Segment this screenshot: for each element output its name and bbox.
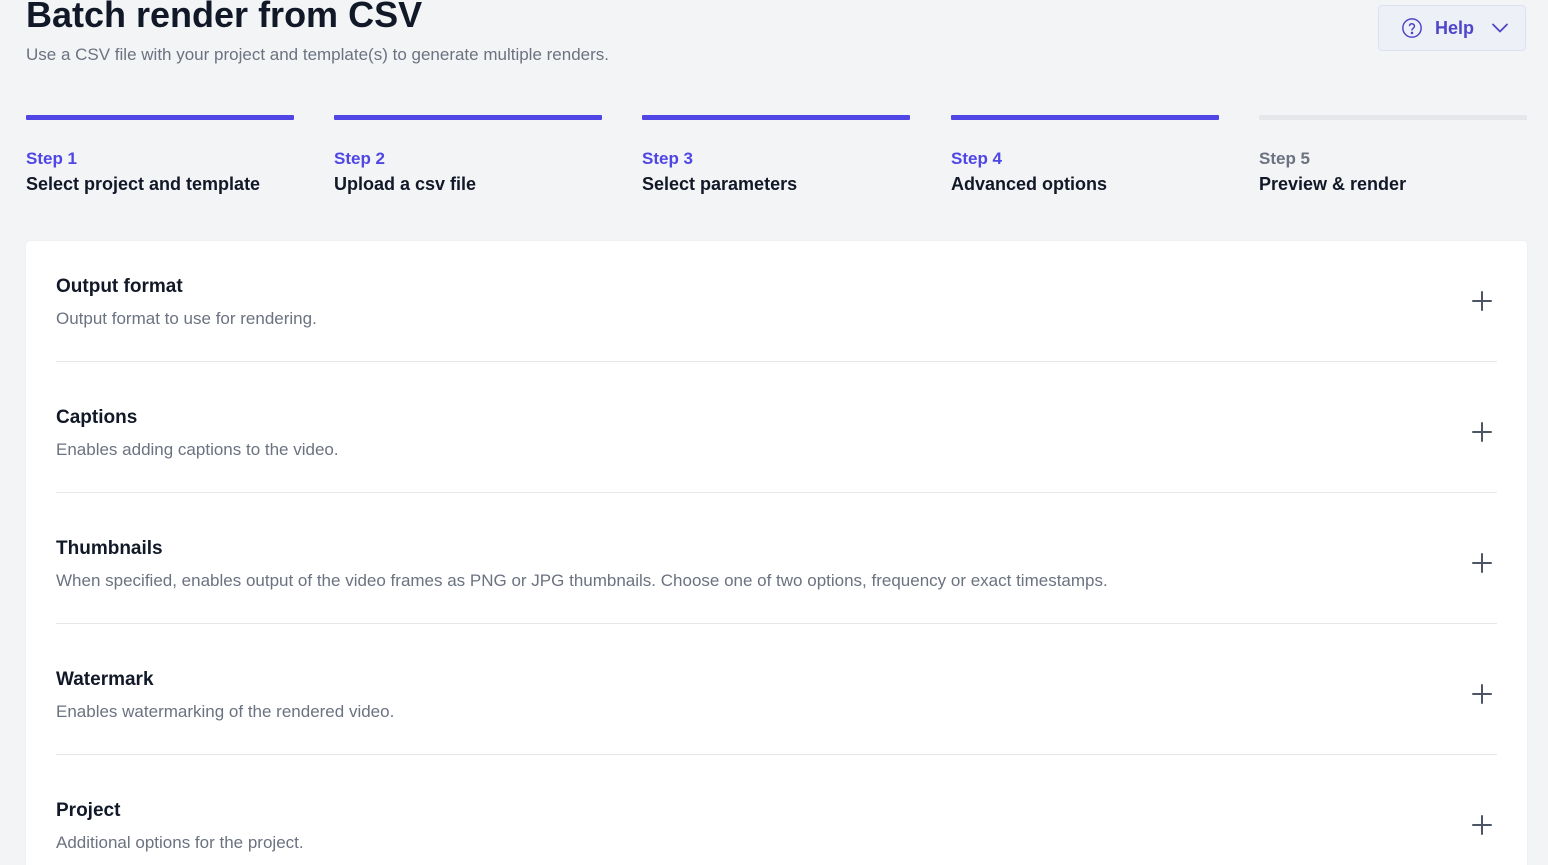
- option-title: Watermark: [56, 669, 154, 690]
- page-subtitle: Use a CSV file with your project and tem…: [26, 45, 609, 64]
- step-name: Preview & render: [1259, 174, 1407, 194]
- plus-icon[interactable]: [1471, 290, 1493, 312]
- chevron-down-icon: [1492, 23, 1508, 33]
- option-thumbnails[interactable]: Thumbnails When specified, enables outpu…: [56, 503, 1497, 624]
- step-progress-bar: [1259, 115, 1527, 120]
- step-number: Step 1: [26, 149, 78, 168]
- option-title: Output format: [56, 276, 183, 297]
- question-circle-icon: [1402, 18, 1422, 38]
- option-project[interactable]: Project Additional options for the proje…: [56, 765, 1497, 865]
- option-title: Thumbnails: [56, 538, 163, 559]
- help-button[interactable]: Help: [1378, 5, 1526, 51]
- plus-icon[interactable]: [1471, 552, 1493, 574]
- option-output-format[interactable]: Output format Output format to use for r…: [56, 241, 1497, 362]
- option-description: When specified, enables output of the vi…: [56, 571, 1108, 590]
- step-3[interactable]: Step 3 Select parameters: [642, 115, 910, 196]
- option-description: Additional options for the project.: [56, 833, 304, 852]
- step-progress-bar: [642, 115, 910, 120]
- step-number: Step 5: [1259, 149, 1311, 168]
- step-progress-bar: [26, 115, 294, 120]
- step-1[interactable]: Step 1 Select project and template: [26, 115, 294, 196]
- step-progress: Step 1 Select project and template Step …: [26, 115, 1527, 195]
- step-5: Step 5 Preview & render: [1259, 115, 1527, 196]
- plus-icon[interactable]: [1471, 421, 1493, 443]
- batch-render-page: Batch render from CSV Use a CSV file wit…: [0, 0, 1548, 865]
- step-name: Upload a csv file: [334, 174, 477, 194]
- step-number: Step 4: [951, 149, 1003, 168]
- step-number: Step 2: [334, 149, 386, 168]
- step-name: Select project and template: [26, 174, 261, 194]
- plus-icon[interactable]: [1471, 814, 1493, 836]
- step-progress-bar: [951, 115, 1219, 120]
- page-title: Batch render from CSV: [26, 0, 423, 35]
- step-progress-bar: [334, 115, 602, 120]
- step-number: Step 3: [642, 149, 694, 168]
- option-description: Output format to use for rendering.: [56, 309, 317, 328]
- step-name: Select parameters: [642, 174, 798, 194]
- step-2[interactable]: Step 2 Upload a csv file: [334, 115, 602, 196]
- option-description: Enables adding captions to the video.: [56, 440, 339, 459]
- option-title: Captions: [56, 407, 138, 428]
- option-title: Project: [56, 800, 121, 821]
- option-captions[interactable]: Captions Enables adding captions to the …: [56, 372, 1497, 493]
- step-4[interactable]: Step 4 Advanced options: [951, 115, 1219, 196]
- option-watermark[interactable]: Watermark Enables watermarking of the re…: [56, 634, 1497, 755]
- help-label: Help: [1435, 18, 1475, 38]
- advanced-options-panel: Output format Output format to use for r…: [26, 241, 1527, 865]
- plus-icon[interactable]: [1471, 683, 1493, 705]
- option-description: Enables watermarking of the rendered vid…: [56, 702, 395, 721]
- step-name: Advanced options: [951, 174, 1108, 194]
